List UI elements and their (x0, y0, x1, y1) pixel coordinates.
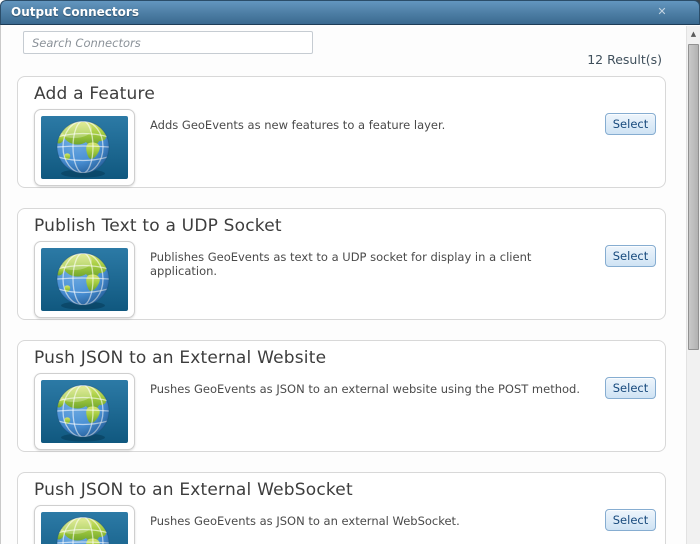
connector-thumbnail-frame (34, 241, 135, 318)
dialog-body: 12 Result(s) Add a Feature Adds GeoEvent… (0, 25, 700, 544)
connector-description: Pushes GeoEvents as JSON to an external … (150, 382, 580, 396)
scroll-up-icon[interactable]: ▲ (687, 27, 700, 42)
select-button[interactable]: Select (605, 245, 656, 267)
connector-thumbnail-frame (34, 109, 135, 186)
dialog-titlebar: Output Connectors ✕ (0, 0, 700, 25)
connector-card: Push JSON to an External Website Pushes … (17, 340, 666, 452)
scrollbar-thumb[interactable] (688, 44, 699, 350)
globe-icon (41, 248, 128, 311)
connector-card: Publish Text to a UDP Socket Publishes G… (17, 208, 666, 320)
connector-card: Push JSON to an External WebSocket Pushe… (17, 472, 666, 544)
search-input[interactable] (23, 31, 313, 54)
connector-title: Publish Text to a UDP Socket (34, 216, 282, 236)
select-button[interactable]: Select (605, 377, 656, 399)
connector-description: Pushes GeoEvents as JSON to an external … (150, 514, 460, 528)
dialog-title: Output Connectors (11, 5, 139, 19)
connector-title: Push JSON to an External WebSocket (34, 480, 353, 500)
connector-card: Add a Feature Adds GeoEvents as new feat… (17, 76, 666, 188)
connector-title: Add a Feature (34, 84, 155, 104)
globe-icon (41, 380, 128, 443)
select-button[interactable]: Select (605, 509, 656, 531)
globe-icon (41, 512, 128, 544)
connector-title: Push JSON to an External Website (34, 348, 327, 368)
connector-thumbnail-frame (34, 505, 135, 544)
close-icon[interactable]: ✕ (655, 5, 669, 19)
vertical-scrollbar[interactable]: ▲ (686, 26, 700, 544)
connector-description: Adds GeoEvents as new features to a feat… (150, 118, 446, 132)
select-button[interactable]: Select (605, 113, 656, 135)
results-count: 12 Result(s) (587, 52, 662, 67)
connector-description: Publishes GeoEvents as text to a UDP soc… (150, 250, 532, 278)
connector-thumbnail-frame (34, 373, 135, 450)
globe-icon (41, 116, 128, 179)
